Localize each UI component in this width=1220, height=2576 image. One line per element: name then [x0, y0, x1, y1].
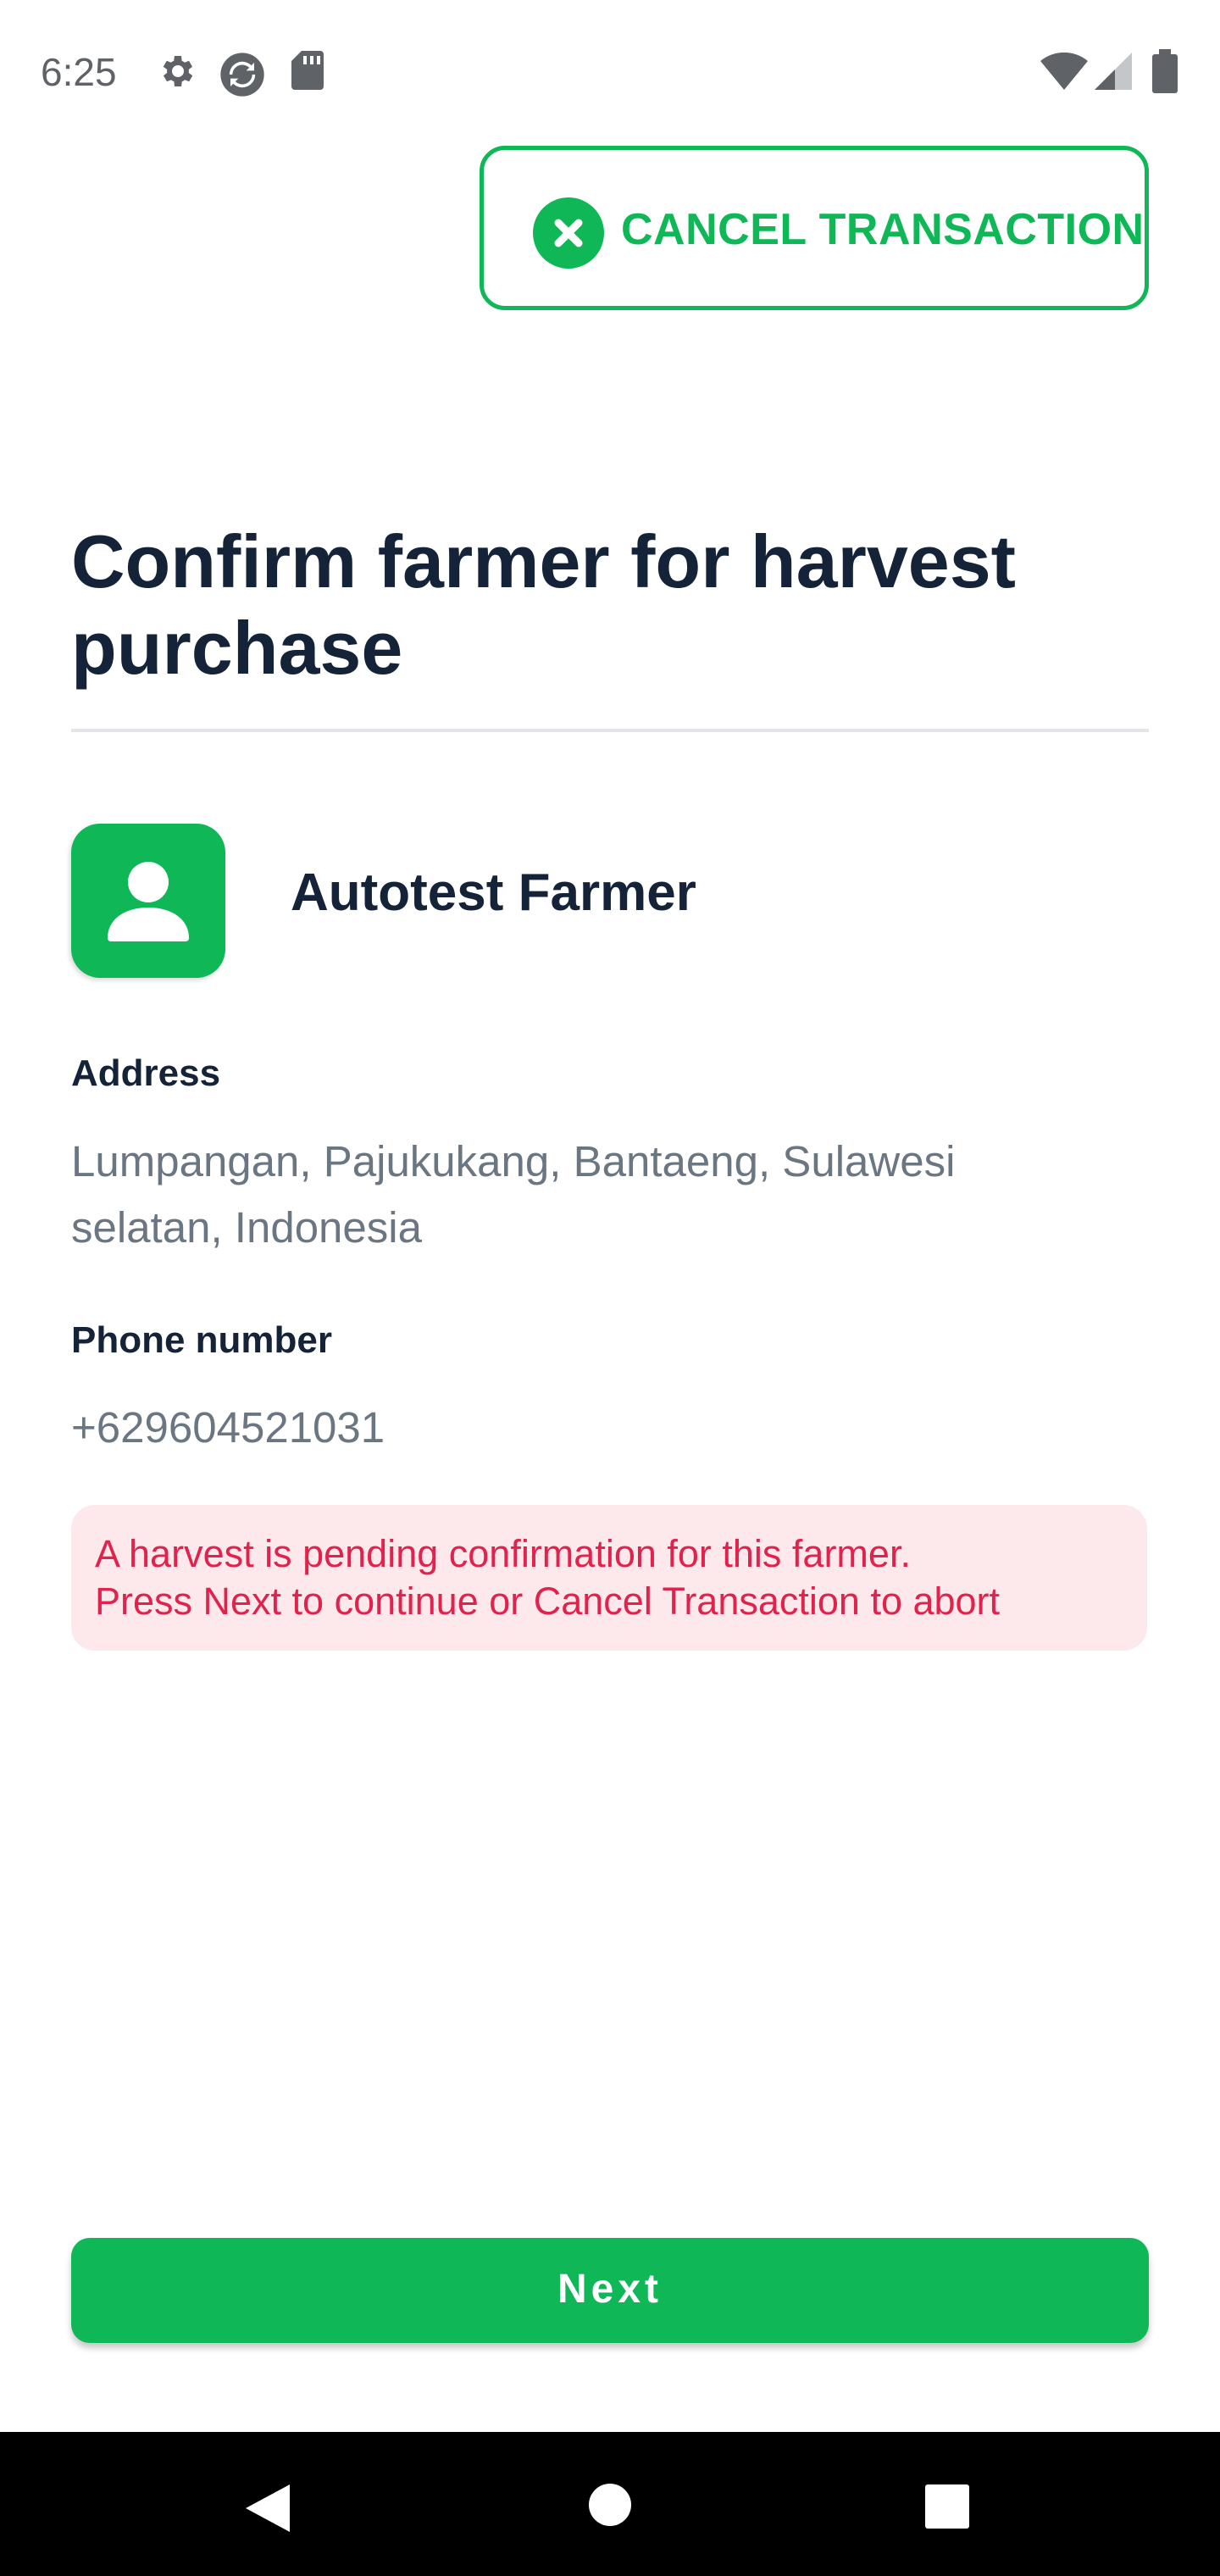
home-icon[interactable] — [588, 2483, 632, 2531]
sd-card-icon — [291, 51, 324, 94]
screen: 6:25 CANCEL TRANSACTION Confirm farmer f… — [0, 0, 1220, 2576]
divider — [71, 729, 1149, 732]
battery-icon — [1152, 49, 1178, 97]
recents-icon[interactable] — [925, 2484, 969, 2533]
cancel-transaction-label: CANCEL TRANSACTION — [621, 205, 1145, 254]
next-button[interactable]: Next — [71, 2238, 1149, 2343]
next-label: Next — [557, 2267, 663, 2312]
page-title: Confirm farmer for harvest purchase — [71, 519, 1016, 690]
phone-label: Phone number — [71, 1319, 333, 1361]
status-bar: 6:25 — [0, 0, 1220, 144]
gear-icon — [156, 51, 197, 96]
warning-text: A harvest is pending confirmation for th… — [95, 1530, 1145, 1625]
cancel-transaction-button[interactable]: CANCEL TRANSACTION — [480, 146, 1149, 310]
status-time: 6:25 — [41, 50, 117, 94]
navigation-bar — [0, 2432, 1220, 2576]
farmer-name: Autotest Farmer — [291, 863, 696, 922]
signal-icon — [1095, 53, 1132, 94]
back-icon[interactable] — [244, 2483, 291, 2538]
warning-line-1: A harvest is pending confirmation for th… — [95, 1532, 911, 1575]
person-icon — [108, 862, 189, 941]
warning-line-2: Press Next to continue or Cancel Transac… — [95, 1579, 1001, 1623]
address-value: Lumpangan, Pajukukang, Bantaeng, Sulawes… — [71, 1137, 956, 1252]
phone-value: +629604521031 — [71, 1403, 385, 1452]
close-circle-icon — [533, 197, 604, 269]
address-label: Address — [71, 1052, 221, 1094]
wifi-icon — [1040, 52, 1088, 94]
avatar — [71, 824, 225, 978]
warning-banner: A harvest is pending confirmation for th… — [71, 1505, 1147, 1651]
sync-icon — [219, 51, 266, 103]
